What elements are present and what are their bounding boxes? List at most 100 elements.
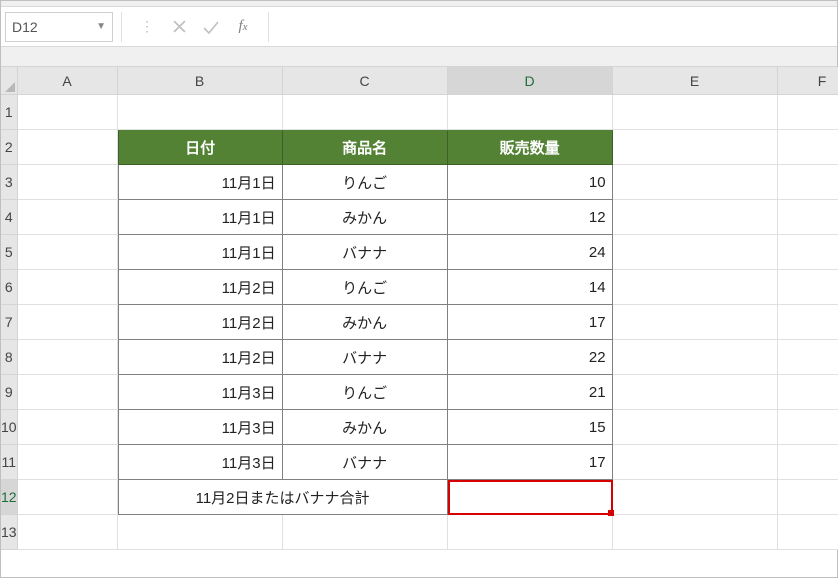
cell[interactable]	[613, 235, 778, 270]
row-header[interactable]: 6	[1, 270, 18, 305]
cell[interactable]	[448, 95, 613, 130]
cell[interactable]	[118, 95, 283, 130]
table-cell-product[interactable]: バナナ	[283, 445, 448, 480]
table-cell-qty[interactable]: 17	[448, 305, 613, 340]
formula-input[interactable]	[277, 12, 837, 42]
table-cell-product[interactable]: バナナ	[283, 340, 448, 375]
table-cell-qty[interactable]: 14	[448, 270, 613, 305]
column-header[interactable]: E	[613, 67, 778, 95]
cell[interactable]	[613, 340, 778, 375]
row-header[interactable]: 12	[1, 480, 18, 515]
cell[interactable]	[613, 270, 778, 305]
cell[interactable]	[613, 305, 778, 340]
column-header[interactable]: B	[118, 67, 283, 95]
cell[interactable]	[778, 130, 838, 165]
cell[interactable]	[613, 515, 778, 550]
table-cell-date[interactable]: 11月3日	[118, 445, 283, 480]
cell[interactable]	[778, 480, 838, 515]
row-header[interactable]: 7	[1, 305, 18, 340]
cell[interactable]	[18, 235, 118, 270]
cell[interactable]	[778, 270, 838, 305]
cell[interactable]	[18, 200, 118, 235]
cell[interactable]	[778, 410, 838, 445]
table-cell-product[interactable]: りんご	[283, 270, 448, 305]
table-cell-date[interactable]: 11月1日	[118, 200, 283, 235]
column-header[interactable]: A	[18, 67, 118, 95]
table-cell-date[interactable]: 11月3日	[118, 375, 283, 410]
cell[interactable]	[283, 95, 448, 130]
cell[interactable]	[778, 445, 838, 480]
select-all-corner[interactable]	[1, 67, 18, 95]
fx-icon[interactable]: fx	[234, 18, 252, 36]
table-cell-date[interactable]: 11月3日	[118, 410, 283, 445]
cell[interactable]	[18, 410, 118, 445]
row-header[interactable]: 8	[1, 340, 18, 375]
table-cell-date[interactable]: 11月1日	[118, 235, 283, 270]
cell[interactable]	[613, 480, 778, 515]
column-header[interactable]: F	[778, 67, 838, 95]
column-header[interactable]: D	[448, 67, 613, 95]
cell[interactable]	[18, 305, 118, 340]
cell[interactable]	[778, 340, 838, 375]
dropdown-icon[interactable]: ▼	[96, 21, 106, 32]
cell[interactable]	[778, 515, 838, 550]
table-cell-product[interactable]: りんご	[283, 375, 448, 410]
cell[interactable]	[18, 375, 118, 410]
cell[interactable]	[283, 515, 448, 550]
cell[interactable]	[778, 375, 838, 410]
row-header[interactable]: 10	[1, 410, 18, 445]
cell[interactable]	[613, 130, 778, 165]
table-footer-value[interactable]	[448, 480, 613, 515]
cell[interactable]	[18, 270, 118, 305]
cell[interactable]	[778, 235, 838, 270]
table-cell-date[interactable]: 11月2日	[118, 305, 283, 340]
row-header[interactable]: 1	[1, 95, 18, 130]
table-footer-label[interactable]: 11月2日またはバナナ合計	[118, 480, 448, 515]
table-header-date[interactable]: 日付	[118, 130, 283, 165]
cell[interactable]	[18, 165, 118, 200]
table-cell-qty[interactable]: 24	[448, 235, 613, 270]
cell[interactable]	[118, 515, 283, 550]
cell[interactable]	[778, 305, 838, 340]
row-header[interactable]: 4	[1, 200, 18, 235]
cell[interactable]	[18, 515, 118, 550]
row-header[interactable]: 9	[1, 375, 18, 410]
table-cell-qty[interactable]: 22	[448, 340, 613, 375]
table-cell-product[interactable]: みかん	[283, 410, 448, 445]
table-cell-product[interactable]: みかん	[283, 200, 448, 235]
cell[interactable]	[613, 375, 778, 410]
table-cell-qty[interactable]: 15	[448, 410, 613, 445]
cell[interactable]	[18, 130, 118, 165]
cell[interactable]	[613, 95, 778, 130]
enter-icon[interactable]	[202, 18, 220, 36]
column-header[interactable]: C	[283, 67, 448, 95]
cell[interactable]	[778, 165, 838, 200]
cell[interactable]	[18, 95, 118, 130]
row-header[interactable]: 3	[1, 165, 18, 200]
row-header[interactable]: 11	[1, 445, 18, 480]
cell[interactable]	[613, 410, 778, 445]
table-cell-qty[interactable]: 17	[448, 445, 613, 480]
cell[interactable]	[613, 445, 778, 480]
cell[interactable]	[18, 480, 118, 515]
table-header-qty[interactable]: 販売数量	[448, 130, 613, 165]
row-header[interactable]: 5	[1, 235, 18, 270]
cancel-icon[interactable]	[170, 18, 188, 36]
cell[interactable]	[18, 340, 118, 375]
row-header[interactable]: 2	[1, 130, 18, 165]
cell[interactable]	[613, 200, 778, 235]
table-header-product[interactable]: 商品名	[283, 130, 448, 165]
row-header[interactable]: 13	[1, 515, 18, 550]
table-cell-qty[interactable]: 21	[448, 375, 613, 410]
table-cell-product[interactable]: りんご	[283, 165, 448, 200]
table-cell-qty[interactable]: 10	[448, 165, 613, 200]
table-cell-date[interactable]: 11月1日	[118, 165, 283, 200]
cell[interactable]	[778, 95, 838, 130]
table-cell-product[interactable]: バナナ	[283, 235, 448, 270]
cell[interactable]	[778, 200, 838, 235]
table-cell-date[interactable]: 11月2日	[118, 340, 283, 375]
cell[interactable]	[18, 445, 118, 480]
options-icon[interactable]: ⋮	[138, 18, 156, 36]
table-cell-date[interactable]: 11月2日	[118, 270, 283, 305]
table-cell-product[interactable]: みかん	[283, 305, 448, 340]
